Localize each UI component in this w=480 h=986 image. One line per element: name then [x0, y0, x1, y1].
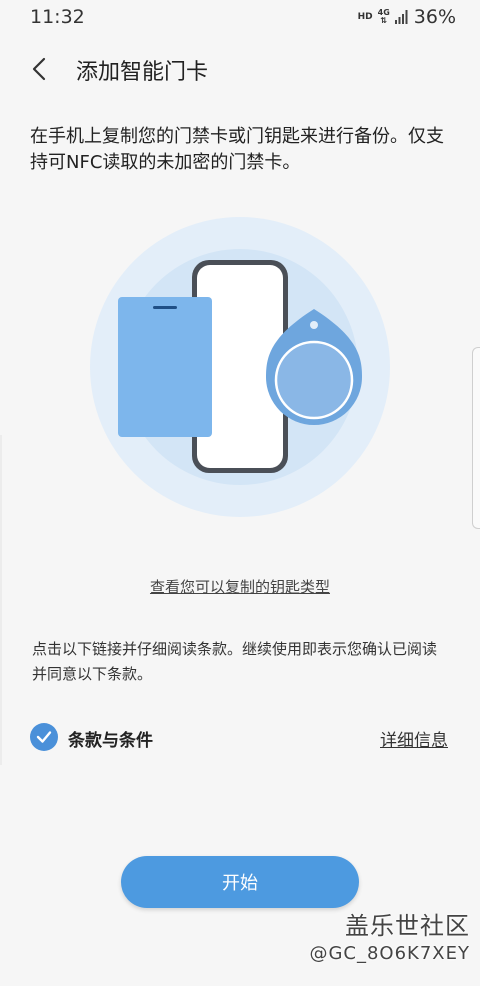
status-indicators: HD 4G ⇅ 36% [358, 6, 456, 28]
left-edge-divider [0, 435, 2, 765]
back-arrow-icon [32, 57, 46, 81]
signal-icon [394, 10, 408, 24]
terms-row: 条款与条件 详细信息 [30, 720, 450, 756]
checkmark-icon [36, 731, 52, 743]
details-link[interactable]: 详细信息 [380, 726, 448, 751]
smart-card-illustration [90, 217, 390, 517]
status-bar: 11:32 HD 4G ⇅ 36% [0, 0, 480, 34]
status-time: 11:32 [30, 6, 85, 28]
page-title: 添加智能门卡 [76, 60, 209, 85]
key-types-link-row: 查看您可以复制的钥匙类型 [0, 576, 480, 597]
terms-label[interactable]: 条款与条件 [68, 726, 153, 751]
watermark-site: 盖乐世社区 [345, 912, 470, 940]
app-header: 添加智能门卡 [0, 40, 480, 102]
key-types-link[interactable]: 查看您可以复制的钥匙类型 [150, 578, 330, 596]
hd-indicator: HD [357, 12, 373, 22]
start-button[interactable]: 开始 [121, 856, 359, 908]
access-card-icon [118, 297, 212, 437]
description-text: 在手机上复制您的门禁卡或门钥匙来进行备份。仅支持可NFC读取的未加密的门禁卡。 [30, 126, 444, 173]
battery-level: 36% [413, 6, 456, 28]
terms-checkbox[interactable] [30, 723, 58, 751]
back-button[interactable] [20, 50, 58, 88]
network-type-label: 4G [377, 8, 390, 17]
network-indicator: 4G ⇅ [377, 8, 390, 25]
terms-description: 点击以下链接并仔细阅读条款。继续使用即表示您确认已阅读并同意以下条款。 [32, 640, 438, 683]
watermark-user: @GC_8O6K7XEY [309, 943, 470, 964]
edge-panel-handle[interactable] [472, 347, 480, 529]
